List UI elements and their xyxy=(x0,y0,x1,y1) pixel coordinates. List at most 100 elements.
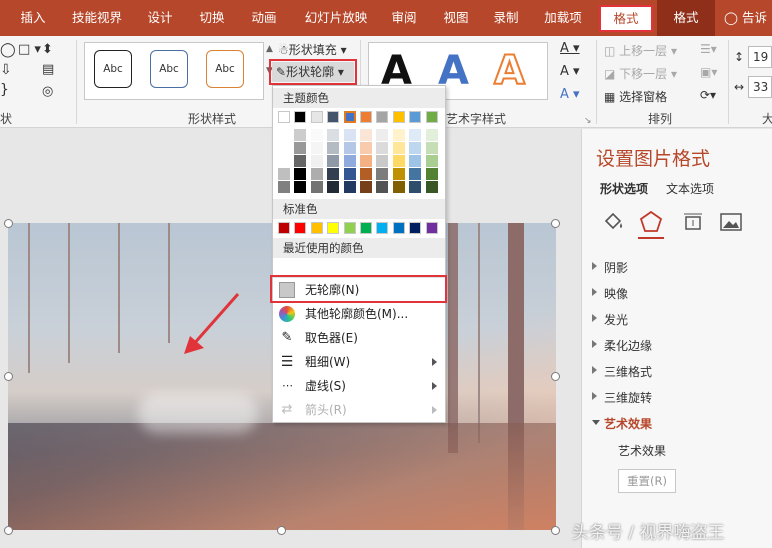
resize-handle-middle-left[interactable] xyxy=(4,372,13,381)
tab-format-picture[interactable]: 格式 xyxy=(657,0,715,36)
tab-view[interactable]: 视图 xyxy=(436,0,476,36)
theme-color-shade-swatch[interactable] xyxy=(310,181,323,193)
theme-color-shade-swatch[interactable] xyxy=(327,129,340,141)
theme-color-shade-swatch[interactable] xyxy=(294,142,307,154)
tab-skill[interactable]: 技能视界 xyxy=(66,0,128,36)
effects-pentagon-icon[interactable] xyxy=(638,209,664,235)
tab-slideshow[interactable]: 幻灯片放映 xyxy=(298,0,374,36)
standard-color-swatch[interactable] xyxy=(360,222,372,234)
section-shadow[interactable]: 阴影 xyxy=(592,259,628,276)
fill-line-icon[interactable] xyxy=(600,209,626,235)
theme-color-shade-swatch[interactable] xyxy=(425,168,438,180)
theme-color-shade-swatch[interactable] xyxy=(392,168,405,180)
resize-handle-bottom-middle[interactable] xyxy=(277,526,286,535)
tab-addins[interactable]: 加载项 xyxy=(538,0,588,36)
theme-color-shade-swatch[interactable] xyxy=(376,129,389,141)
align-icon[interactable]: ☰▾ xyxy=(700,42,717,56)
tab-format-drawing[interactable]: 格式 xyxy=(599,5,653,32)
theme-color-shade-swatch[interactable] xyxy=(327,168,340,180)
standard-color-swatch[interactable] xyxy=(376,222,389,234)
theme-color-shade-swatch[interactable] xyxy=(278,129,290,141)
theme-color-shade-swatch[interactable] xyxy=(343,155,356,167)
theme-color-swatch[interactable] xyxy=(360,111,372,123)
brace-shape-icon[interactable]: } xyxy=(0,82,9,98)
theme-color-shade-swatch[interactable] xyxy=(425,155,438,167)
theme-color-swatch[interactable] xyxy=(376,111,389,123)
text-fill-icon[interactable]: A ▾ xyxy=(560,41,580,56)
theme-color-shade-swatch[interactable] xyxy=(360,168,372,180)
weight-item[interactable]: ☰ 粗细(W) xyxy=(273,350,445,374)
text-outline-icon[interactable]: A ▾ xyxy=(560,64,580,79)
theme-color-shade-swatch[interactable] xyxy=(294,181,307,193)
merge-shapes-icon[interactable]: ◎ xyxy=(42,84,53,99)
theme-color-shade-swatch[interactable] xyxy=(310,168,323,180)
section-3d-format[interactable]: 三维格式 xyxy=(592,363,652,380)
reset-button[interactable]: 重置(R) xyxy=(618,469,676,493)
theme-color-shade-swatch[interactable] xyxy=(409,155,422,167)
eyedropper-item[interactable]: ✎ 取色器(E) xyxy=(273,326,445,350)
standard-color-swatch[interactable] xyxy=(294,222,307,234)
theme-color-shade-swatch[interactable] xyxy=(376,142,389,154)
tell-me[interactable]: ◯ 告诉我 xyxy=(724,0,772,61)
text-effects-icon[interactable]: A ▾ xyxy=(560,87,580,102)
theme-color-shade-swatch[interactable] xyxy=(343,181,356,193)
theme-color-shade-swatch[interactable] xyxy=(360,129,372,141)
arrows-item[interactable]: ⇄ 箭头(R) xyxy=(273,398,445,422)
theme-color-swatch[interactable] xyxy=(294,111,307,123)
theme-color-shade-swatch[interactable] xyxy=(278,142,290,154)
artistic-effects-picker[interactable]: 艺术效果 xyxy=(618,442,666,459)
section-glow[interactable]: 发光 xyxy=(592,311,628,328)
tab-design[interactable]: 设计 xyxy=(140,0,180,36)
dashes-item[interactable]: ⋯ 虚线(S) xyxy=(273,374,445,398)
theme-color-shade-swatch[interactable] xyxy=(343,142,356,154)
oval-shape-icon[interactable]: ◯ xyxy=(0,42,16,58)
theme-color-shade-swatch[interactable] xyxy=(294,155,307,167)
tab-animations[interactable]: 动画 xyxy=(244,0,284,36)
section-artistic-effects[interactable]: 艺术效果 xyxy=(592,415,652,432)
theme-color-shade-swatch[interactable] xyxy=(376,181,389,193)
tab-text-options[interactable]: 文本选项 xyxy=(666,180,714,197)
theme-color-shade-swatch[interactable] xyxy=(376,155,389,167)
send-backward-button[interactable]: ◪ 下移一层 ▾ xyxy=(604,65,677,82)
theme-color-shade-swatch[interactable] xyxy=(409,129,422,141)
standard-color-swatch[interactable] xyxy=(392,222,405,234)
theme-color-shade-swatch[interactable] xyxy=(278,168,290,180)
standard-color-swatch[interactable] xyxy=(343,222,356,234)
resize-handle-bottom-right[interactable] xyxy=(551,526,560,535)
theme-color-shade-swatch[interactable] xyxy=(310,155,323,167)
height-input[interactable]: 19 xyxy=(748,46,772,68)
theme-color-shade-swatch[interactable] xyxy=(425,181,438,193)
arrow-shape-icon[interactable]: ⇩ xyxy=(0,62,12,78)
width-input[interactable]: 33 xyxy=(748,76,772,98)
theme-color-shade-swatch[interactable] xyxy=(360,142,372,154)
dialog-launcher-icon[interactable]: ↘ xyxy=(584,116,592,126)
theme-color-shade-swatch[interactable] xyxy=(409,142,422,154)
theme-color-shade-swatch[interactable] xyxy=(327,181,340,193)
tab-insert[interactable]: 插入 xyxy=(14,0,52,36)
resize-handle-middle-right[interactable] xyxy=(551,372,560,381)
theme-color-shade-swatch[interactable] xyxy=(278,155,290,167)
selection-pane-button[interactable]: ▦ 选择窗格 xyxy=(604,88,667,105)
edit-shape-icon[interactable]: ⬍ xyxy=(42,42,53,57)
theme-color-swatch[interactable] xyxy=(409,111,422,123)
theme-color-swatch[interactable] xyxy=(278,111,290,123)
standard-color-swatch[interactable] xyxy=(310,222,323,234)
section-3d-rotation[interactable]: 三维旋转 xyxy=(592,389,652,406)
theme-color-swatch[interactable] xyxy=(392,111,405,123)
theme-color-shade-swatch[interactable] xyxy=(343,129,356,141)
rectangle-shape-icon[interactable]: □ ▾ xyxy=(18,42,41,57)
theme-color-shade-swatch[interactable] xyxy=(360,155,372,167)
resize-handle-bottom-left[interactable] xyxy=(4,526,13,535)
tab-shape-options[interactable]: 形状选项 xyxy=(600,180,648,197)
standard-color-swatch[interactable] xyxy=(278,222,290,234)
tab-review[interactable]: 审阅 xyxy=(384,0,424,36)
shape-style-orange[interactable]: Abc xyxy=(206,50,244,88)
picture-icon[interactable] xyxy=(718,209,744,235)
theme-color-shade-swatch[interactable] xyxy=(310,142,323,154)
theme-color-shade-swatch[interactable] xyxy=(425,142,438,154)
theme-color-shade-swatch[interactable] xyxy=(392,181,405,193)
theme-color-swatch[interactable] xyxy=(327,111,340,123)
gallery-scroll-up[interactable]: ▲ xyxy=(266,44,273,54)
theme-color-shade-swatch[interactable] xyxy=(343,168,356,180)
tab-record[interactable]: 录制 xyxy=(486,0,526,36)
